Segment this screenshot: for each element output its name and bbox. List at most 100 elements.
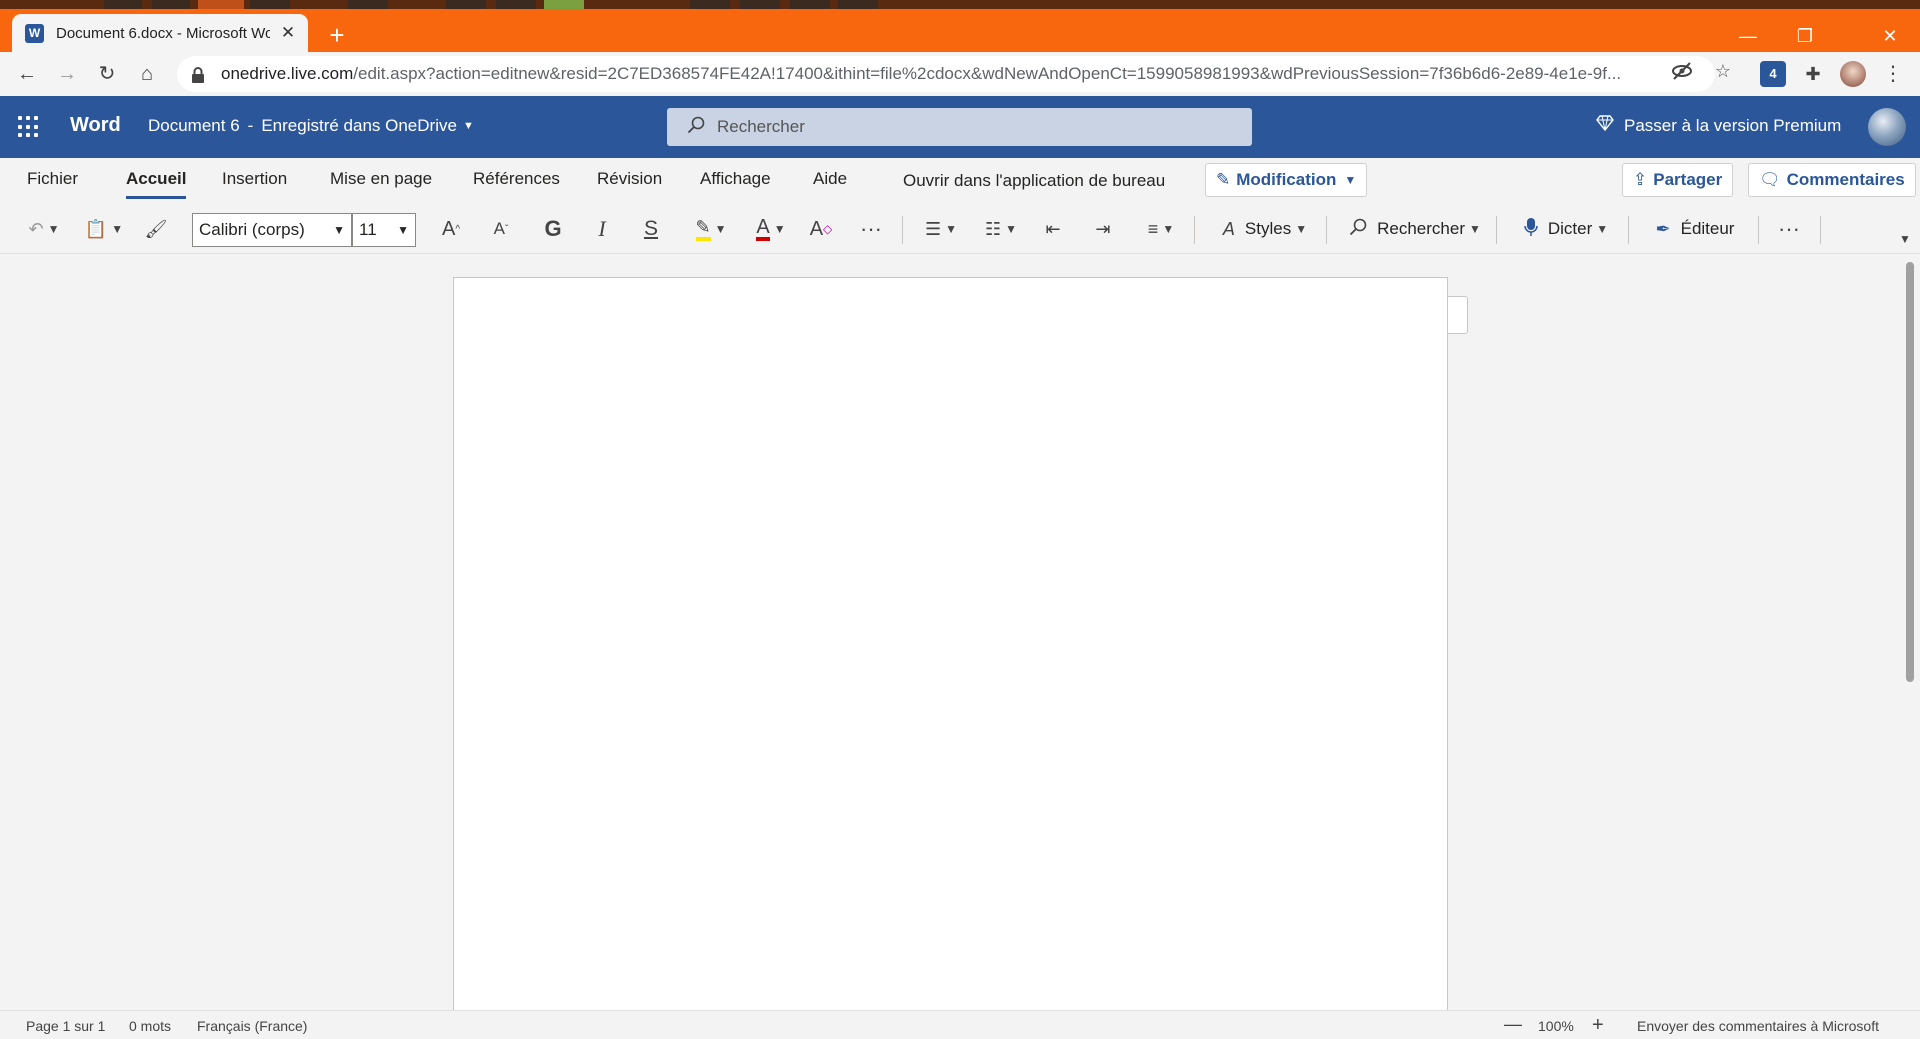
comments-button[interactable]: 🗨 Commentaires <box>1748 163 1916 197</box>
toolbar-divider <box>1628 216 1629 244</box>
app-launcher-icon[interactable] <box>18 116 40 138</box>
zoom-out-icon[interactable]: — <box>1504 1014 1522 1035</box>
close-window-icon[interactable]: ✕ <box>1862 19 1918 53</box>
chevron-down-icon: ▼ <box>1005 222 1018 236</box>
chevron-down-icon: ▼ <box>1596 222 1609 236</box>
format-painter-button[interactable]: 🖌 <box>142 212 170 246</box>
numbering-button[interactable]: ☷ ▼ <box>978 212 1024 246</box>
share-button[interactable]: ⇪ Partager <box>1622 163 1734 197</box>
more-commands-icon[interactable]: ··· <box>1774 212 1804 246</box>
bookmark-star-icon[interactable]: ☆ <box>1712 60 1734 82</box>
toolbar-divider <box>1758 216 1759 244</box>
restore-icon[interactable]: ❐ <box>1777 19 1833 53</box>
document-canvas <box>0 255 1920 1010</box>
premium-upgrade-link[interactable]: Passer à la version Premium <box>1596 115 1841 136</box>
reload-icon[interactable]: ↻ <box>92 59 122 89</box>
highlight-button[interactable]: ✎ ▼ <box>686 212 736 246</box>
paste-button[interactable]: 📋 ▼ <box>82 212 126 246</box>
tab-accueil[interactable]: Accueil <box>126 169 187 199</box>
open-desktop-app-link[interactable]: Ouvrir dans l'application de bureau <box>903 171 1165 201</box>
chevron-down-icon: ▼ <box>773 222 786 236</box>
italic-icon[interactable]: I <box>587 212 617 246</box>
more-options-icon[interactable]: ··· <box>856 212 886 246</box>
undo-button[interactable]: ↶ ▼ <box>22 212 66 246</box>
expand-ribbon-icon[interactable]: ▼ <box>1896 222 1914 256</box>
highlighter-icon: ✎ <box>695 217 711 241</box>
align-button[interactable]: ≡ ▼ <box>1138 212 1184 246</box>
puzzle-extensions-icon[interactable]: ✚ <box>1800 61 1826 87</box>
chevron-down-icon: ▼ <box>945 222 958 236</box>
bullet-list-icon: ☰ <box>924 218 942 239</box>
styles-icon: A <box>1222 218 1235 239</box>
tab-mise-en-page[interactable]: Mise en page <box>330 169 432 199</box>
profile-avatar-icon[interactable] <box>1840 61 1866 87</box>
bold-icon[interactable]: G <box>538 212 568 246</box>
zoom-level[interactable]: 100% <box>1538 1018 1574 1034</box>
toolbar-divider <box>1496 216 1497 244</box>
chevron-down-icon: ▼ <box>714 222 727 236</box>
word-header: Word Document 6 - Enregistré dans OneDri… <box>0 96 1920 158</box>
chevron-down-icon: ▼ <box>462 120 474 132</box>
shrink-font-icon[interactable]: Aˇ <box>486 212 516 246</box>
chevron-down-icon: ▼ <box>397 223 409 237</box>
document-name: Document 6 <box>148 116 240 135</box>
bullets-button[interactable]: ☰ ▼ <box>918 212 964 246</box>
find-button[interactable]: Rechercher ▼ <box>1342 212 1488 246</box>
microphone-icon <box>1524 217 1538 242</box>
toolbar-divider <box>1194 216 1195 244</box>
editing-mode-button[interactable]: ✎ Modification ▼ <box>1205 163 1368 197</box>
back-arrow-icon[interactable]: ← <box>12 59 42 89</box>
dictate-button[interactable]: Dicter ▼ <box>1512 212 1620 246</box>
browser-tab[interactable]: W Document 6.docx - Microsoft Wo ✕ <box>12 14 308 52</box>
editor-button[interactable]: ✒ Éditeur <box>1644 212 1746 246</box>
close-tab-icon[interactable]: ✕ <box>278 23 298 43</box>
clear-formatting-icon[interactable]: A ◇ <box>806 212 836 246</box>
grow-font-icon[interactable]: A ^ <box>436 212 466 246</box>
paintbrush-icon: 🖌 <box>144 218 168 239</box>
styles-label: Styles <box>1244 219 1292 238</box>
extension-badge: 4 <box>1769 66 1777 81</box>
font-name-value: Calibri (corps) <box>199 220 305 239</box>
feedback-link[interactable]: Envoyer des commentaires à Microsoft <box>1637 1018 1879 1034</box>
chevron-down-icon: ▼ <box>1468 222 1481 236</box>
font-size-select[interactable]: 11 ▼ <box>352 213 416 247</box>
font-color-button[interactable]: A ▼ <box>746 212 796 246</box>
share-icon: ⇪ <box>1633 170 1648 189</box>
vertical-scrollbar[interactable] <box>1906 262 1914 682</box>
tab-aide[interactable]: Aide <box>813 169 847 199</box>
align-icon: ≡ <box>1147 218 1159 239</box>
eye-off-icon[interactable] <box>1671 60 1693 82</box>
chevron-down-icon: ▼ <box>1344 173 1357 187</box>
minimize-icon[interactable]: — <box>1720 19 1776 53</box>
forward-arrow-icon[interactable]: → <box>52 59 82 89</box>
tab-insertion[interactable]: Insertion <box>222 169 287 199</box>
styles-button[interactable]: A Styles ▼ <box>1210 212 1320 246</box>
status-bar: Page 1 sur 1 0 mots Français (France) — … <box>0 1010 1920 1039</box>
tab-fichier[interactable]: Fichier <box>27 169 78 199</box>
tab-affichage[interactable]: Affichage <box>700 169 771 199</box>
bitwarden-extension-icon[interactable]: 4 <box>1760 61 1786 87</box>
increase-indent-icon[interactable]: ⇥ <box>1088 212 1118 246</box>
chevron-down-icon: ▼ <box>333 223 345 237</box>
url-field[interactable]: onedrive.live.com/edit.aspx?action=editn… <box>177 56 1715 92</box>
app-name[interactable]: Word <box>70 114 121 137</box>
user-avatar[interactable] <box>1868 108 1906 146</box>
font-color-icon: A <box>756 217 770 241</box>
home-icon[interactable]: ⌂ <box>132 59 162 89</box>
decrease-indent-icon[interactable]: ⇤ <box>1038 212 1068 246</box>
menu-kebab-icon[interactable]: ⋮ <box>1880 61 1906 87</box>
underline-icon[interactable]: S <box>636 212 666 246</box>
search-input[interactable] <box>717 117 1197 137</box>
editing-mode-label: Modification <box>1236 170 1337 189</box>
language-status[interactable]: Français (France) <box>197 1018 307 1034</box>
dictate-label: Dicter <box>1547 219 1593 238</box>
tab-references[interactable]: Références <box>473 169 560 199</box>
document-title[interactable]: Document 6 - Enregistré dans OneDrive ▼ <box>148 116 474 136</box>
document-page[interactable] <box>453 277 1448 1010</box>
tab-revision[interactable]: Révision <box>597 169 662 199</box>
font-name-select[interactable]: Calibri (corps) ▼ <box>192 213 352 247</box>
zoom-in-icon[interactable]: + <box>1592 1014 1604 1037</box>
search-bar[interactable] <box>667 108 1252 146</box>
formatting-toolbar: ↶ ▼ 📋 ▼ 🖌 Calibri (corps) ▼ 11 ▼ A ^ Aˇ G I… <box>0 204 1920 254</box>
new-tab-icon[interactable]: + <box>320 18 354 52</box>
